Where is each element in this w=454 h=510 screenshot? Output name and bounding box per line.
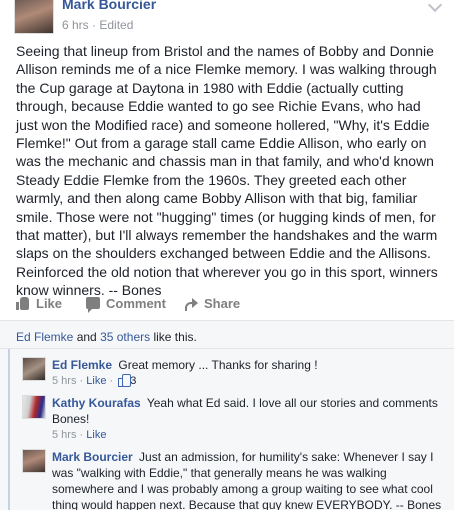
share-arrow-icon <box>184 297 198 311</box>
meta-separator: · <box>92 18 97 32</box>
like-count[interactable]: 3 <box>130 375 136 387</box>
commenter-name[interactable]: Ed Flemke <box>52 358 112 372</box>
liker-name-link[interactable]: Ed Flemke <box>16 330 73 344</box>
commenter-name[interactable]: Kathy Kourafas <box>52 396 141 410</box>
post-header: Mark Bourcier 6 hrs · Edited <box>0 0 454 36</box>
like-label: Like <box>36 295 63 311</box>
meta-separator: · <box>79 375 84 387</box>
edited-label[interactable]: Edited <box>99 18 133 32</box>
like-button[interactable]: Like <box>16 292 62 314</box>
speech-bubble-icon <box>86 297 100 313</box>
comment-like-link[interactable]: Like <box>86 429 106 441</box>
post-meta: 6 hrs · Edited <box>62 18 133 32</box>
post-actions: Like Comment Share <box>0 292 454 314</box>
post-time[interactable]: 6 hrs <box>62 18 89 32</box>
comment-body: Great memory ... Thanks for sharing ! <box>118 358 318 372</box>
comment-text: Mark Bourcier Just an admission, for hum… <box>52 449 446 510</box>
likes-and: and <box>76 330 97 344</box>
thumbs-up-icon <box>16 296 30 310</box>
comment-time[interactable]: 5 hrs <box>52 429 76 441</box>
like-count-icon <box>118 374 132 387</box>
meta-separator: · <box>79 429 84 441</box>
share-button[interactable]: Share <box>184 292 240 314</box>
others-link[interactable]: 35 others <box>100 330 150 344</box>
author-name[interactable]: Mark Bourcier <box>62 0 156 12</box>
comment-text: Ed Flemke Great memory ... Thanks for sh… <box>52 357 446 373</box>
commenter-avatar[interactable] <box>22 357 46 381</box>
commenter-name[interactable]: Mark Bourcier <box>52 450 133 464</box>
comment-button[interactable]: Comment <box>86 292 166 314</box>
comments-section: Ed Flemke Great memory ... Thanks for sh… <box>0 348 454 510</box>
chevron-down-icon[interactable] <box>427 0 443 13</box>
share-label: Share <box>204 295 241 311</box>
author-avatar[interactable] <box>14 0 54 34</box>
comment-meta: 5 hrs · Like <box>52 429 106 441</box>
comment-like-link[interactable]: Like <box>86 375 106 387</box>
comment-text: Kathy Kourafas Yeah what Ed said. I love… <box>52 395 446 427</box>
likes-summary: Ed Flemke and 35 others like this. <box>0 320 454 348</box>
commenter-avatar[interactable] <box>22 449 46 473</box>
facebook-post: Mark Bourcier 6 hrs · Edited Seeing that… <box>0 0 454 510</box>
comment-time[interactable]: 5 hrs <box>52 375 76 387</box>
comment-meta: 5 hrs · Like · 3 <box>52 374 136 387</box>
commenter-avatar[interactable] <box>22 395 46 419</box>
likes-suffix: like this. <box>153 330 197 344</box>
post-text: Seeing that lineup from Bristol and the … <box>16 43 438 299</box>
comment-label: Comment <box>106 295 166 311</box>
meta-separator: · <box>109 375 114 387</box>
